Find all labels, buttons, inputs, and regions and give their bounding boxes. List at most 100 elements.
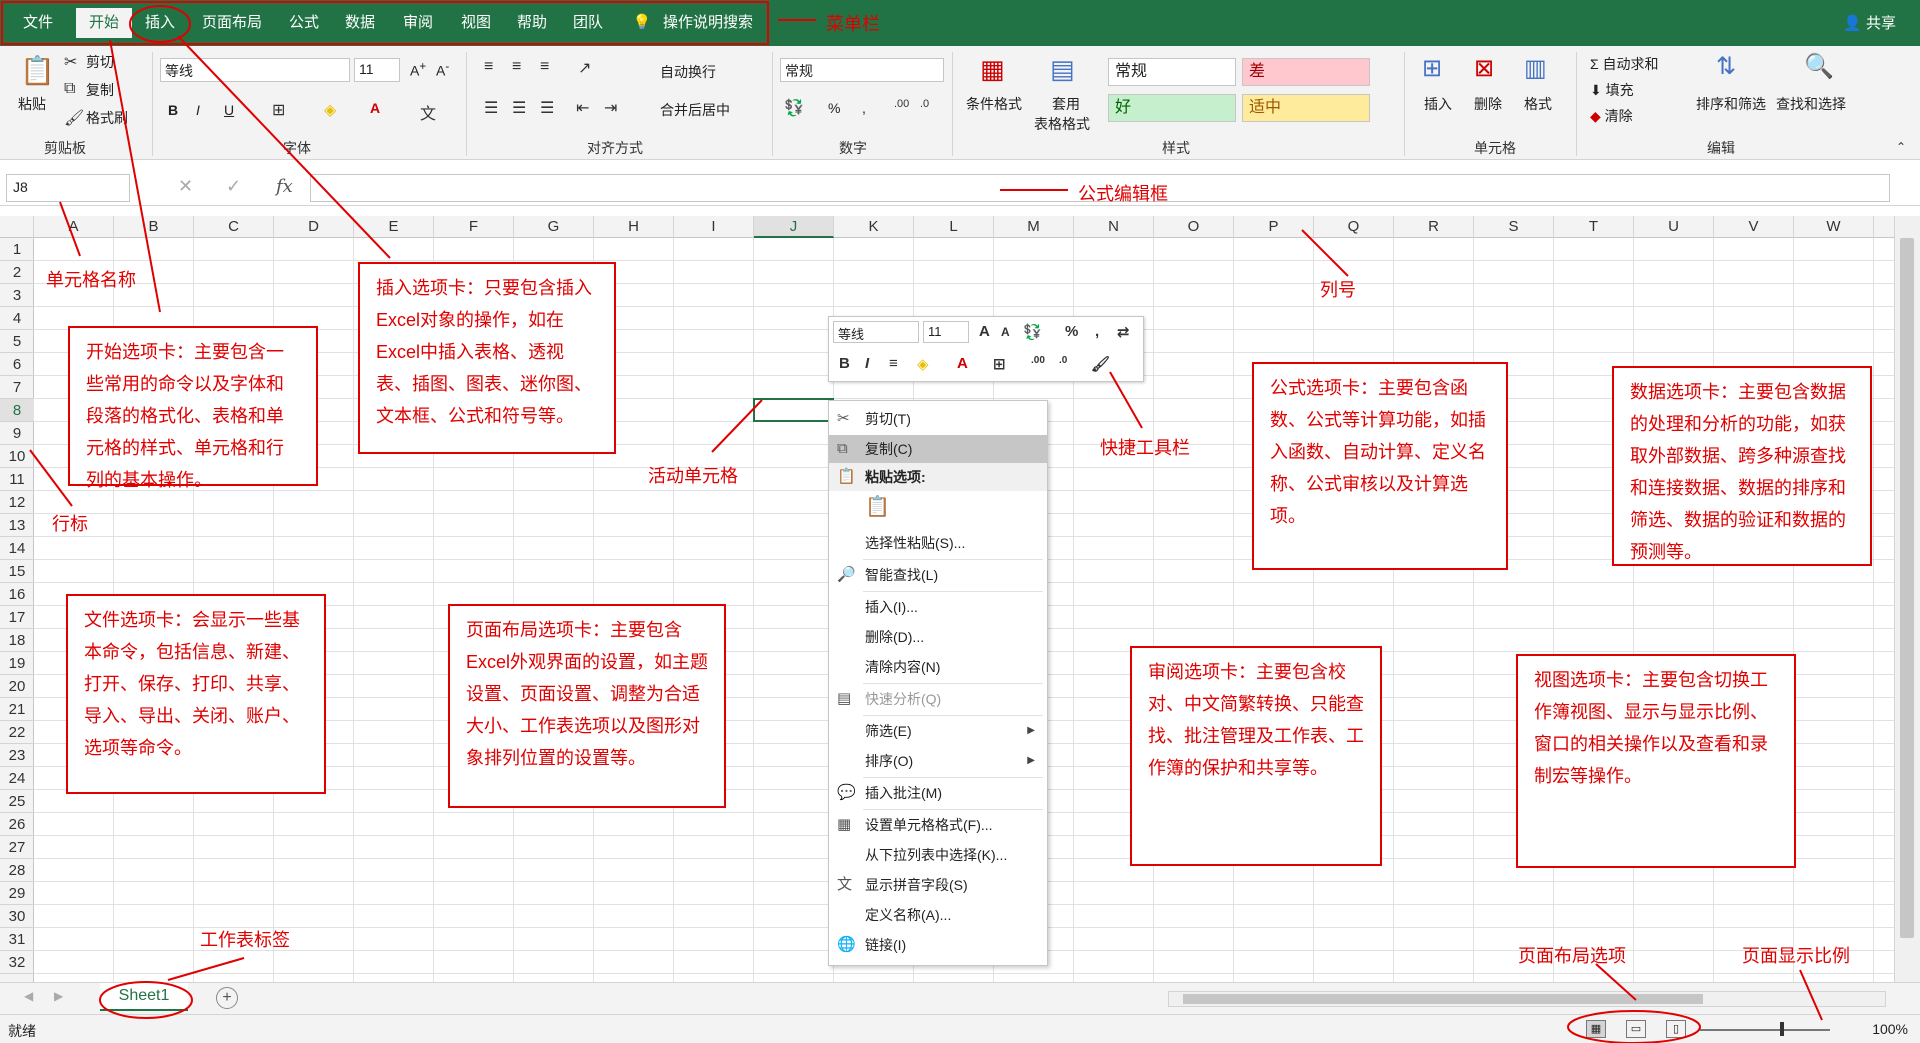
ctx-link[interactable]: 🌐 链接(I) [829, 931, 1047, 959]
column-header-n[interactable]: N [1074, 216, 1154, 238]
column-header-p[interactable]: P [1234, 216, 1314, 238]
comma-button[interactable]: , [862, 100, 866, 116]
increase-font-icon[interactable]: A+ [410, 60, 426, 79]
ctx-pick-list[interactable]: 从下拉列表中选择(K)... [829, 841, 1047, 869]
increase-decimal-icon[interactable]: .00 [894, 98, 909, 110]
format-cells-button[interactable]: 格式 [1524, 94, 1552, 114]
vertical-scrollbar[interactable] [1894, 216, 1920, 982]
ctx-insert[interactable]: 插入(I)... [829, 593, 1047, 621]
find-icon[interactable]: 🔍 [1804, 52, 1834, 81]
tab-file[interactable]: 文件 [10, 8, 66, 38]
copy-button[interactable]: 复制 [86, 80, 114, 100]
tab-help[interactable]: 帮助 [508, 8, 556, 38]
mini-align-icon[interactable]: ≡ [889, 355, 898, 372]
decrease-font-icon[interactable]: A- [436, 60, 449, 79]
tab-insert[interactable]: 插入 [136, 8, 184, 38]
share-button[interactable]: 👤 共享 [1843, 12, 1896, 33]
style-bad[interactable]: 差 [1242, 58, 1370, 86]
ctx-paste-special[interactable]: 选择性粘贴(S)... [829, 529, 1047, 557]
font-color-icon[interactable]: A [370, 100, 380, 116]
row-header-17[interactable]: 17 [0, 606, 34, 629]
mini-bold-icon[interactable]: B [839, 355, 850, 372]
row-header-20[interactable]: 20 [0, 675, 34, 698]
mini-wrap-icon[interactable]: ⇄ [1117, 323, 1130, 341]
row-header-23[interactable]: 23 [0, 744, 34, 767]
ctx-filter[interactable]: 筛选(E) ▶ [829, 717, 1047, 745]
mini-italic-icon[interactable]: I [865, 355, 869, 372]
column-header-d[interactable]: D [274, 216, 354, 238]
underline-button[interactable]: U [224, 102, 234, 118]
align-top-icon[interactable]: ≡ [484, 58, 493, 76]
italic-button[interactable]: I [196, 102, 200, 118]
tab-team[interactable]: 团队 [564, 8, 612, 38]
tab-view[interactable]: 视图 [452, 8, 500, 38]
ctx-copy[interactable]: ⧉ 复制(C) [829, 435, 1047, 463]
row-header-25[interactable]: 25 [0, 790, 34, 813]
row-header-7[interactable]: 7 [0, 376, 34, 399]
align-middle-icon[interactable]: ≡ [512, 58, 521, 76]
ctx-format-cells[interactable]: ▦ 设置单元格格式(F)... [829, 811, 1047, 839]
prev-sheet-icon[interactable]: ◀ [24, 989, 33, 1003]
conditional-format-button[interactable]: 条件格式 [966, 94, 1022, 114]
row-header-15[interactable]: 15 [0, 560, 34, 583]
align-left-icon[interactable]: ☰ [484, 98, 498, 118]
decrease-decimal-icon[interactable]: .0 [920, 98, 929, 110]
column-header-i[interactable]: I [674, 216, 754, 238]
clear-button[interactable]: ◆ 清除 [1590, 106, 1633, 126]
mini-format-painter-icon[interactable]: 🖌 [1091, 355, 1110, 373]
row-header-19[interactable]: 19 [0, 652, 34, 675]
mini-border-icon[interactable]: ⊞ [993, 355, 1006, 373]
page-layout-view-button[interactable]: ▭ [1626, 1020, 1646, 1038]
row-header-8[interactable]: 8 [0, 399, 34, 422]
row-header-11[interactable]: 11 [0, 468, 34, 491]
ctx-delete[interactable]: 删除(D)... [829, 623, 1047, 651]
number-format-select[interactable]: 常规 [780, 58, 944, 82]
row-header-6[interactable]: 6 [0, 353, 34, 376]
collapse-ribbon-icon[interactable]: ⌃ [1896, 140, 1906, 154]
merge-center-button[interactable]: 合并后居中 [660, 100, 730, 120]
font-name-select[interactable]: 等线 [160, 58, 350, 82]
ctx-smart-lookup[interactable]: 🔎 智能查找(L) [829, 561, 1047, 589]
add-sheet-button[interactable]: + [216, 987, 238, 1009]
column-header-t[interactable]: T [1554, 216, 1634, 238]
select-all-corner[interactable] [0, 216, 34, 238]
row-header-1[interactable]: 1 [0, 238, 34, 261]
row-header-30[interactable]: 30 [0, 905, 34, 928]
ctx-sort[interactable]: 排序(O) ▶ [829, 747, 1047, 775]
align-right-icon[interactable]: ☰ [540, 98, 554, 118]
column-header-r[interactable]: R [1394, 216, 1474, 238]
column-header-b[interactable]: B [114, 216, 194, 238]
delete-cells-button[interactable]: 删除 [1474, 94, 1502, 114]
row-header-22[interactable]: 22 [0, 721, 34, 744]
column-header-e[interactable]: E [354, 216, 434, 238]
row-header-21[interactable]: 21 [0, 698, 34, 721]
row-header-24[interactable]: 24 [0, 767, 34, 790]
active-cell[interactable] [753, 398, 834, 422]
delete-cells-icon[interactable]: ⊠ [1474, 54, 1494, 83]
find-select-button[interactable]: 查找和选择 [1776, 94, 1846, 114]
column-header-a[interactable]: A [34, 216, 114, 238]
align-bottom-icon[interactable]: ≡ [540, 58, 549, 76]
zoom-percentage[interactable]: 100% [1872, 1021, 1908, 1037]
sheet-tab-sheet1[interactable]: Sheet1 [100, 983, 188, 1011]
ctx-paste-default[interactable]: 📋 [829, 493, 1047, 529]
mini-decrease-font-icon[interactable]: A [1001, 325, 1010, 339]
mini-font-select[interactable]: 等线 [833, 321, 919, 343]
wrap-text-button[interactable]: 自动换行 [660, 62, 716, 82]
row-header-32[interactable]: 32 [0, 951, 34, 974]
format-painter-button[interactable]: 格式刷 [86, 108, 128, 128]
column-header-u[interactable]: U [1634, 216, 1714, 238]
column-header-q[interactable]: Q [1314, 216, 1394, 238]
insert-cells-button[interactable]: 插入 [1424, 94, 1452, 114]
column-header-f[interactable]: F [434, 216, 514, 238]
row-header-10[interactable]: 10 [0, 445, 34, 468]
mini-size-select[interactable]: 11 [923, 321, 969, 343]
ctx-phonetic[interactable]: 文显示拼音字段(S) [829, 871, 1047, 899]
cut-button[interactable]: 剪切 [86, 52, 114, 72]
tell-me-search[interactable]: 操作说明搜索 [656, 8, 760, 38]
mini-decrease-decimal-icon[interactable]: .0 [1059, 355, 1067, 366]
normal-view-button[interactable]: ▦ [1586, 1020, 1606, 1038]
row-header-18[interactable]: 18 [0, 629, 34, 652]
vertical-scroll-thumb[interactable] [1900, 238, 1914, 938]
row-header-16[interactable]: 16 [0, 583, 34, 606]
